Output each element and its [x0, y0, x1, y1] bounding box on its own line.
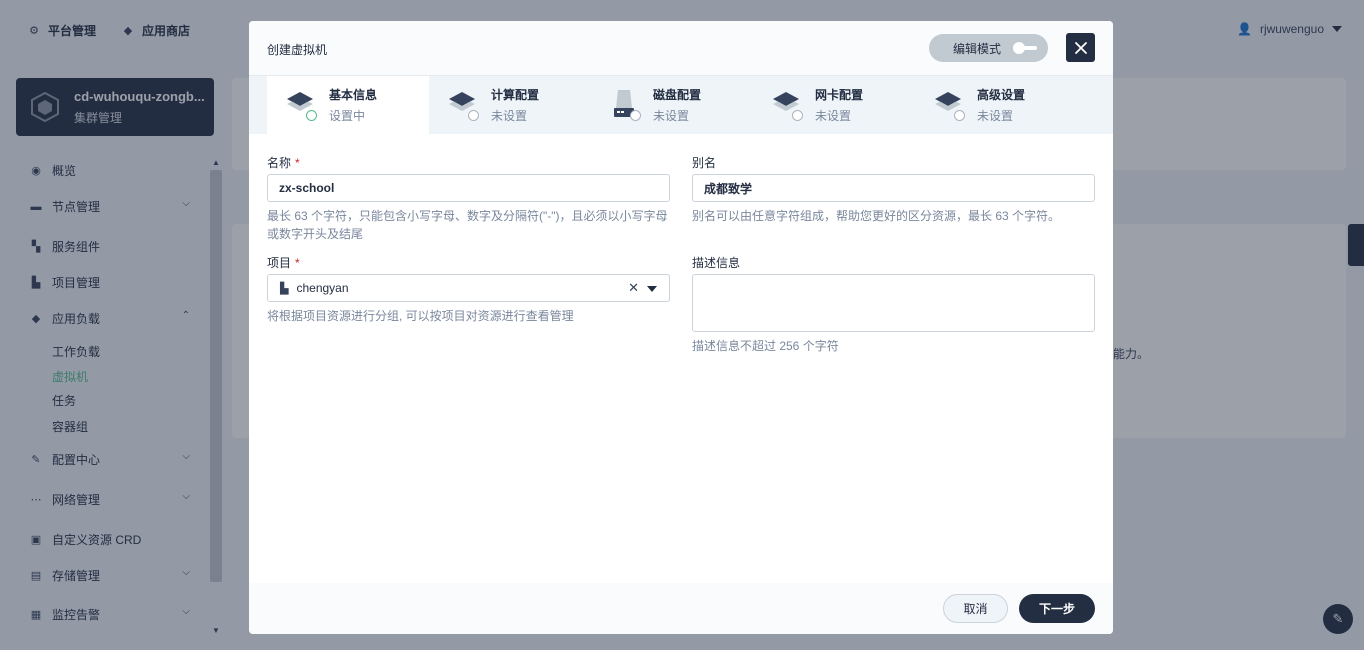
close-button[interactable]	[1066, 33, 1095, 62]
step-status: 未设置	[653, 109, 690, 123]
step-status: 未设置	[491, 109, 528, 123]
modal-footer: 取消 下一步	[249, 583, 1113, 634]
step-status-dot	[468, 110, 479, 121]
project-field: 项目 * ▙ chengyan ✕ 将根据项目资源进行分组, 可以按项目对资源进行…	[267, 254, 670, 325]
name-input[interactable]: zx-school	[267, 174, 670, 202]
step-title: 计算配置	[491, 88, 540, 102]
step-title: 高级设置	[977, 88, 1026, 102]
layers-icon	[933, 88, 965, 122]
step-status: 未设置	[815, 109, 852, 123]
step-basic-info[interactable]: 基本信息 设置中	[267, 76, 429, 134]
step-status-dot	[792, 110, 803, 121]
step-title: 基本信息	[329, 88, 378, 102]
project-description: 将根据项目资源进行分组, 可以按项目对资源进行查看管理	[267, 309, 574, 323]
name-description: 最长 63 个字符，只能包含小写字母、数字及分隔符("-")，且必须以小写字母或…	[267, 209, 668, 241]
wizard-steps: 基本信息 设置中 计算配置 未设置 磁盘配置 未设置 网卡配置 未设置 高级设置…	[249, 76, 1113, 134]
alias-input[interactable]: 成都致学	[692, 174, 1095, 202]
name-field: 名称 * zx-school 最长 63 个字符，只能包含小写字母、数字及分隔符(…	[267, 154, 670, 243]
modal-header: 创建虚拟机 编辑模式	[249, 21, 1113, 76]
alias-description: 别名可以由任意字符组成，帮助您更好的区分资源，最长 63 个字符。	[692, 209, 1061, 223]
project-select[interactable]: ▙ chengyan ✕	[267, 274, 670, 302]
required-mark: *	[295, 156, 300, 170]
project-select-value: chengyan	[296, 281, 349, 295]
step-advanced-settings[interactable]: 高级设置 未设置	[915, 76, 1077, 134]
step-status-dot	[954, 110, 965, 121]
clear-icon[interactable]: ✕	[628, 280, 639, 296]
modal-title: 创建虚拟机	[267, 43, 328, 57]
toggle-switch-icon	[1013, 42, 1038, 54]
description-label: 描述信息	[692, 256, 741, 270]
step-nic-config[interactable]: 网卡配置 未设置	[753, 76, 915, 134]
chevron-down-icon[interactable]	[647, 286, 657, 292]
project-icon: ▙	[280, 282, 289, 295]
disk-icon	[609, 88, 641, 122]
step-status-dot	[630, 110, 641, 121]
cancel-button[interactable]: 取消	[943, 594, 1008, 623]
required-mark: *	[295, 256, 300, 270]
layers-icon	[447, 88, 479, 122]
description-hint: 描述信息不超过 256 个字符	[692, 339, 839, 353]
step-status: 未设置	[977, 109, 1014, 123]
step-disk-config[interactable]: 磁盘配置 未设置	[591, 76, 753, 134]
close-icon	[1074, 41, 1087, 54]
description-textarea[interactable]	[692, 274, 1095, 332]
create-vm-modal: 创建虚拟机 编辑模式 基本信息 设置中 计算配置 未设置 磁盘配置 未设置 网卡…	[249, 21, 1113, 634]
description-field: 描述信息 描述信息不超过 256 个字符	[692, 254, 1095, 355]
layers-icon	[285, 88, 317, 122]
step-status: 设置中	[329, 109, 366, 123]
project-label: 项目 *	[267, 256, 300, 270]
alias-label: 别名	[692, 156, 717, 170]
step-compute-config[interactable]: 计算配置 未设置	[429, 76, 591, 134]
edit-mode-label: 编辑模式	[953, 41, 1002, 56]
layers-icon	[771, 88, 803, 122]
step-title: 磁盘配置	[653, 88, 702, 102]
edit-mode-toggle[interactable]: 编辑模式	[929, 34, 1048, 62]
alias-field: 别名 成都致学 别名可以由任意字符组成，帮助您更好的区分资源，最长 63 个字符…	[692, 154, 1095, 225]
next-step-button[interactable]: 下一步	[1019, 594, 1095, 623]
step-title: 网卡配置	[815, 88, 864, 102]
step-status-dot	[306, 110, 317, 121]
name-label: 名称 *	[267, 156, 300, 170]
